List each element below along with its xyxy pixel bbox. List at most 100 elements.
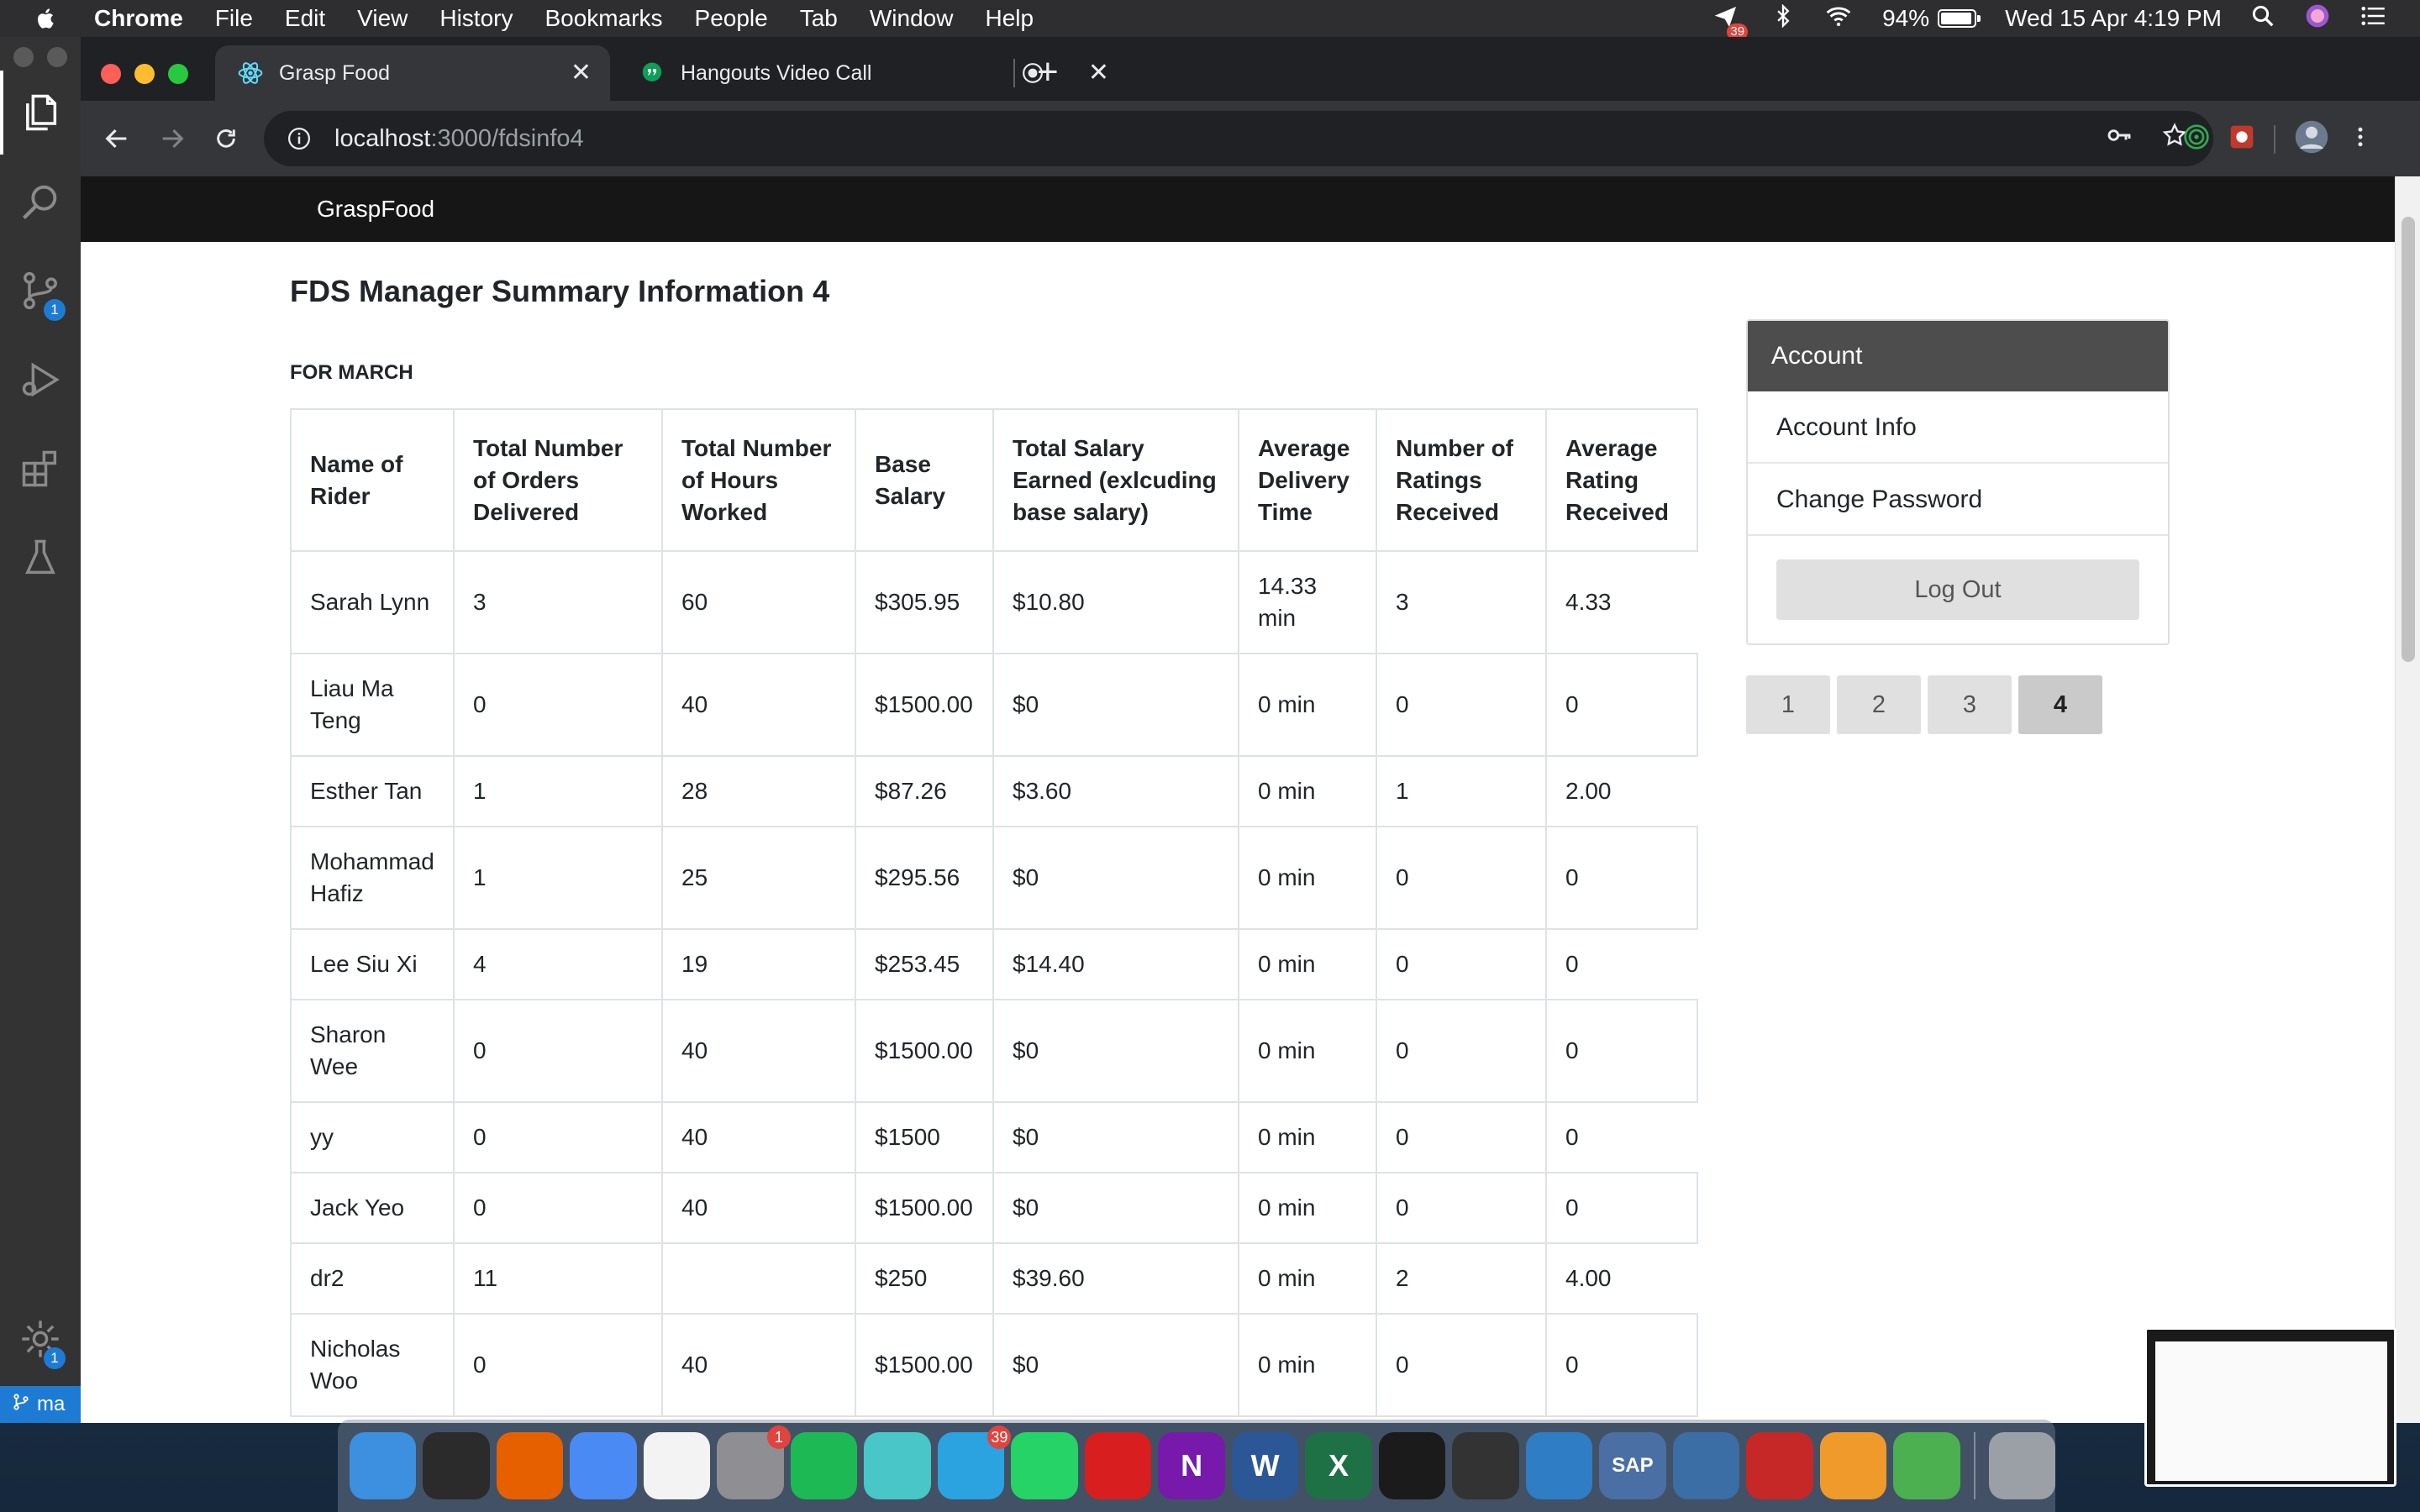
page-title: FDS Manager Summary Information 4 [290, 274, 830, 308]
account-info-link[interactable]: Account Info [1748, 391, 2168, 464]
menu-people[interactable]: People [695, 5, 768, 32]
vscode-status-bar[interactable]: ma [0, 1386, 81, 1423]
table-cell: 40 [661, 1101, 856, 1173]
screenshot-thumbnail-preview[interactable] [2144, 1327, 2396, 1487]
wifi-icon[interactable] [1823, 3, 1854, 35]
menu-view[interactable]: View [357, 5, 408, 32]
scrollbar[interactable] [2395, 176, 2420, 1423]
window-minimize-button[interactable] [134, 64, 155, 84]
checkmark-app-icon[interactable] [1893, 1432, 1960, 1499]
telegram-icon[interactable]: 39 [937, 1425, 1012, 1499]
menu-app-name[interactable]: Chrome [94, 5, 183, 32]
table-cell: 0 [1545, 826, 1698, 930]
web-page: GraspFood FDS Manager Summary Informatio… [81, 176, 2420, 1423]
onenote-icon[interactable]: N [1158, 1432, 1225, 1499]
table-cell: $0 [992, 826, 1239, 930]
reload-icon[interactable] [207, 119, 245, 158]
menu-file[interactable]: File [215, 5, 253, 32]
address-bar[interactable]: localhost :3000/fdsinfo4 [264, 111, 2213, 166]
apple-icon[interactable] [34, 3, 64, 34]
spotify-icon[interactable] [790, 1432, 858, 1499]
sublime-icon[interactable] [1819, 1432, 1887, 1499]
table-cell: 14.33 min [1238, 550, 1377, 654]
word-icon[interactable]: W [1231, 1432, 1299, 1499]
window-zoom-button[interactable] [168, 64, 188, 84]
extension-target-icon[interactable] [2183, 123, 2210, 155]
page-3-button[interactable]: 3 [1928, 675, 2012, 734]
table-row: Mohammad Hafiz 1 25 $295.56 $0 0 min 0 0 [292, 826, 1698, 930]
rider-summary-table: Name of Rider Total Number of Orders Del… [290, 408, 1698, 1417]
tab-hangouts[interactable]: Hangouts Video Call ✕ [618, 45, 1109, 101]
chrome-menu-icon[interactable] [2348, 124, 2373, 154]
testing-flask-icon[interactable] [0, 516, 81, 600]
table-cell: 4.33 [1545, 550, 1698, 654]
acrobat-icon[interactable] [1084, 1432, 1152, 1499]
table-cell: 0 [1376, 1101, 1547, 1173]
table-cell: Esther Tan [292, 755, 455, 827]
starred-app-icon[interactable] [864, 1432, 931, 1499]
header-base-salary: Base Salary [855, 410, 994, 552]
new-tab-button[interactable]: + [1037, 54, 1059, 91]
notification-center-icon[interactable] [2360, 3, 2386, 34]
page-2-button[interactable]: 2 [1837, 675, 1921, 734]
page-1-button[interactable]: 1 [1746, 675, 1830, 734]
chrome-icon[interactable] [570, 1432, 637, 1499]
terminal-icon[interactable] [1378, 1432, 1446, 1499]
tab-close-icon[interactable]: ✕ [1088, 60, 1109, 86]
menu-edit[interactable]: Edit [285, 5, 325, 32]
page-4-button[interactable]: 4 [2018, 675, 2102, 734]
textedit-icon[interactable] [643, 1432, 711, 1499]
vscode-minimize-dot[interactable] [47, 47, 67, 67]
menu-help[interactable]: Help [985, 5, 1034, 32]
settings-gear-icon[interactable]: 1 [0, 1297, 81, 1381]
system-preferences-icon[interactable]: 1 [717, 1425, 791, 1499]
scrollbar-thumb[interactable] [2402, 217, 2415, 662]
menu-window[interactable]: Window [870, 5, 954, 32]
vscode-icon[interactable] [1525, 1432, 1593, 1499]
table-cell: 4.00 [1545, 1242, 1698, 1315]
site-info-icon[interactable] [282, 122, 316, 155]
explorer-icon[interactable] [0, 71, 81, 155]
source-control-icon[interactable]: 1 [0, 249, 81, 333]
search-icon[interactable] [0, 160, 81, 244]
git-app-icon[interactable] [1746, 1432, 1813, 1499]
profile-avatar[interactable] [2294, 119, 2329, 159]
table-cell: 0 [1376, 928, 1547, 1000]
menu-bookmarks[interactable]: Bookmarks [544, 5, 662, 32]
firefox-icon[interactable] [496, 1432, 564, 1499]
extensions-icon[interactable] [0, 427, 81, 511]
trash-icon[interactable] [1988, 1432, 2056, 1499]
notification-app-icon[interactable]: 39 [1712, 3, 1749, 40]
spotlight-search-icon[interactable] [2250, 3, 2275, 34]
tab-grasp-food[interactable]: Grasp Food ✕ [215, 45, 610, 101]
table-cell: Jack Yeo [292, 1172, 455, 1244]
back-arrow-icon[interactable] [97, 119, 136, 158]
sap-icon[interactable]: SAP [1599, 1432, 1666, 1499]
finder-icon[interactable] [350, 1432, 417, 1499]
key-icon[interactable] [2106, 122, 2133, 155]
virtualbox-icon[interactable] [1672, 1432, 1740, 1499]
site-brand[interactable]: GraspFood [317, 176, 434, 242]
tab-close-icon[interactable]: ✕ [571, 60, 592, 86]
header-orders: Total Number of Orders Delivered [453, 410, 663, 552]
excel-icon[interactable]: X [1305, 1432, 1372, 1499]
vscode-close-dot[interactable] [13, 47, 34, 67]
window-close-button[interactable] [101, 64, 121, 84]
menu-history[interactable]: History [439, 5, 513, 32]
menu-tab[interactable]: Tab [800, 5, 838, 32]
extension-red-icon[interactable] [2228, 123, 2255, 155]
change-password-link[interactable]: Change Password [1748, 464, 2168, 536]
clock[interactable]: Wed 15 Apr 4:19 PM [2005, 5, 2222, 32]
battery-indicator[interactable]: 94% [1882, 5, 1981, 32]
whatsapp-icon[interactable] [1011, 1432, 1078, 1499]
logout-button[interactable]: Log Out [1776, 559, 2139, 620]
terminal-2-icon[interactable] [1452, 1432, 1519, 1499]
address-bar-actions [2106, 121, 2188, 156]
toolbar-divider [2274, 124, 2275, 154]
run-debug-icon[interactable] [0, 338, 81, 422]
forward-arrow-icon[interactable] [153, 119, 192, 158]
activity-monitor-icon[interactable] [423, 1432, 490, 1499]
siri-icon[interactable] [2304, 3, 2331, 35]
bluetooth-icon[interactable] [1771, 3, 1795, 34]
table-cell: $1500.00 [855, 1313, 994, 1417]
